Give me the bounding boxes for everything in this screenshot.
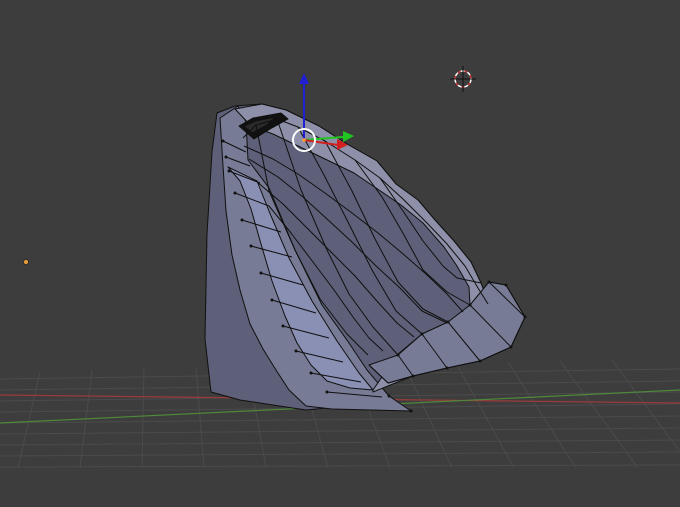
3d-cursor[interactable] — [450, 66, 476, 92]
3d-viewport[interactable] — [0, 0, 680, 507]
y-axis-arrow-icon[interactable] — [343, 131, 354, 142]
gizmo-center-dot — [302, 138, 306, 142]
z-axis-arrow-icon[interactable] — [299, 73, 309, 84]
lamp-origin[interactable] — [23, 259, 29, 265]
viewport-canvas[interactable] — [0, 0, 680, 507]
selected-mesh[interactable] — [204, 103, 526, 412]
